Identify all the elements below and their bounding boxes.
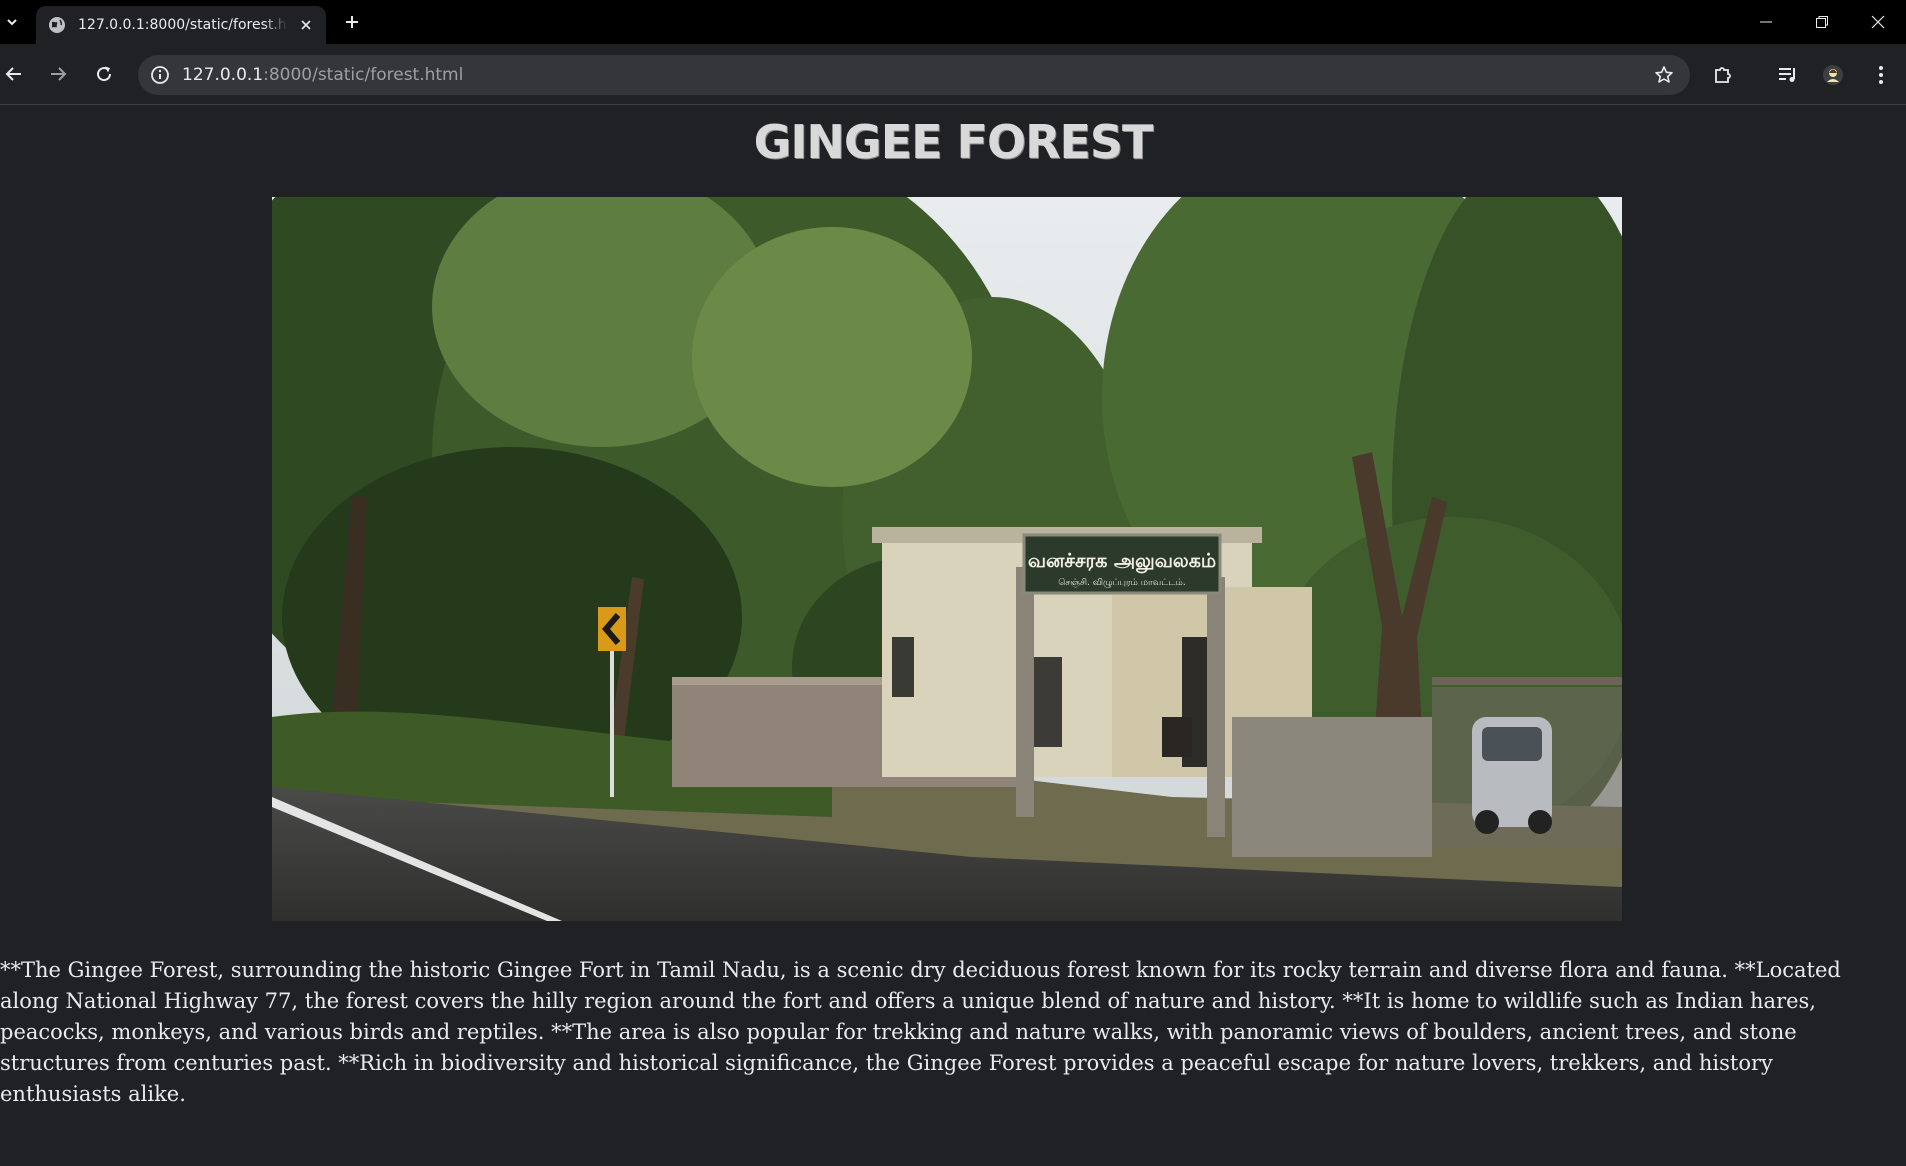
new-tab-button[interactable]: [340, 10, 364, 34]
page-content: GINGEE FOREST வனச்சரக அலுவலகம் செஞ்சி. வ…: [0, 105, 1906, 1166]
kebab-menu-icon: [1879, 66, 1883, 84]
url-host: 127.0.0.1: [182, 65, 264, 85]
tab-strip: 127.0.0.1:8000/static/forest.html: [0, 0, 1906, 44]
close-icon: [301, 20, 311, 30]
extensions-button[interactable]: [1710, 62, 1736, 88]
back-button[interactable]: [2, 62, 26, 86]
forest-photo: வனச்சரக அலுவலகம் செஞ்சி. விழுப்புரம் மாவ…: [272, 197, 1622, 921]
reload-icon: [97, 66, 112, 82]
browser-menu-button[interactable]: [1868, 62, 1894, 88]
avatar-icon: [1823, 65, 1843, 85]
arrow-right-icon: [51, 67, 67, 81]
bookmark-button[interactable]: [1652, 63, 1676, 87]
reload-button[interactable]: [92, 62, 116, 86]
puzzle-icon: [1715, 67, 1731, 83]
minimize-button[interactable]: [1738, 0, 1794, 44]
media-control-icon: [1779, 68, 1795, 82]
info-icon: [151, 66, 169, 84]
plus-icon: [346, 16, 358, 28]
profile-button[interactable]: [1820, 62, 1846, 88]
minimize-icon: [1760, 21, 1772, 23]
sign-board-subtext: செஞ்சி. விழுப்புரம் மாவட்டம்.: [1058, 578, 1185, 588]
close-window-button[interactable]: [1850, 0, 1906, 44]
forward-button[interactable]: [46, 62, 70, 86]
url-path: :8000/static/forest.html: [263, 65, 464, 85]
site-info-button[interactable]: [148, 63, 172, 87]
media-controls-button[interactable]: [1775, 62, 1801, 88]
active-tab[interactable]: 127.0.0.1:8000/static/forest.html: [36, 6, 326, 44]
tab-close-button[interactable]: [296, 15, 316, 35]
star-icon: [1655, 66, 1673, 83]
window-controls: [1738, 0, 1906, 44]
restore-button[interactable]: [1794, 0, 1850, 44]
browser-toolbar: 127.0.0.1:8000/static/forest.html: [0, 44, 1906, 105]
sign-board-text: வனச்சரக அலுவலகம்: [1028, 550, 1216, 574]
chevron-down-icon: [7, 19, 17, 26]
address-bar[interactable]: 127.0.0.1:8000/static/forest.html: [138, 55, 1690, 95]
forest-description: **The Gingee Forest, surrounding the his…: [0, 958, 1841, 1106]
tab-search-button[interactable]: [0, 10, 24, 34]
restore-icon: [1816, 16, 1828, 28]
tab-title: 127.0.0.1:8000/static/forest.html: [78, 17, 288, 33]
arrow-left-icon: [5, 67, 21, 81]
globe-icon: [49, 17, 65, 33]
page-title: GINGEE FOREST: [753, 115, 1154, 169]
url-text: 127.0.0.1:8000/static/forest.html: [182, 65, 463, 85]
close-icon: [1871, 15, 1885, 29]
